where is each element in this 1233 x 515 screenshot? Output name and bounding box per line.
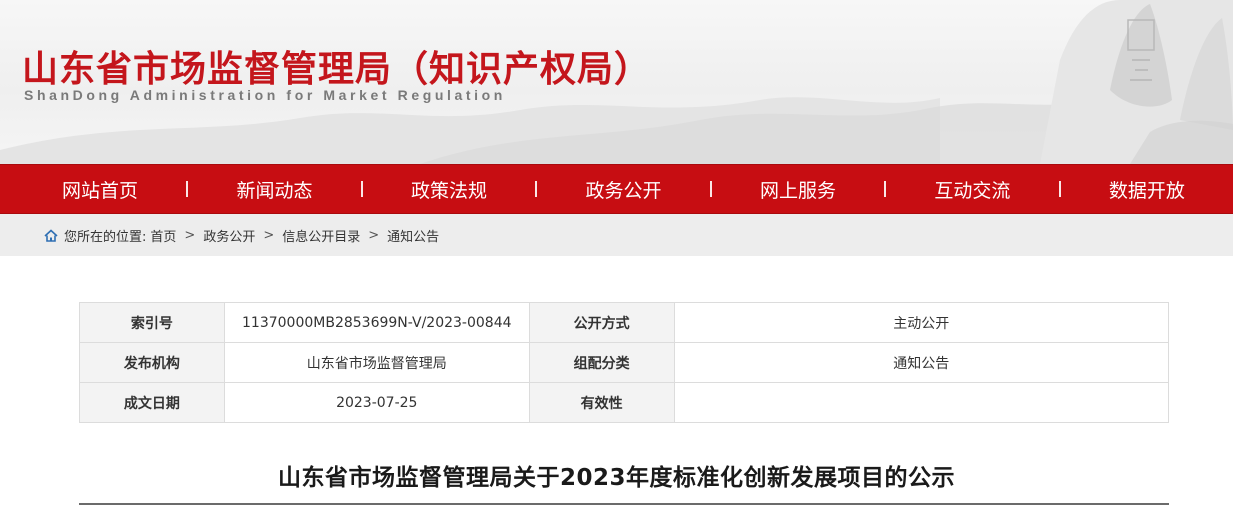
meta-value-date: 2023-07-25 <box>223 382 530 423</box>
meta-label-publisher: 发布机构 <box>79 342 225 383</box>
title-divider <box>79 503 1169 505</box>
breadcrumb-prefix: 您所在的位置: <box>64 229 147 245</box>
meta-label-disclosure-method: 公开方式 <box>528 302 675 343</box>
table-row: 发布机构 山东省市场监督管理局 组配分类 通知公告 <box>79 342 1170 383</box>
breadcrumb-home[interactable]: 首页 <box>150 226 176 245</box>
table-row: 索引号 11370000MB2853699N-V/2023-00844 公开方式… <box>79 302 1170 343</box>
breadcrumb-separator: > <box>184 227 196 243</box>
page: 山东省市场监督管理局（知识产权局） ShanDong Administratio… <box>0 0 1233 505</box>
breadcrumb-notices[interactable]: 通知公告 <box>387 226 439 245</box>
nav-item-policy[interactable]: 政策法规 <box>411 176 487 203</box>
meta-label-category: 组配分类 <box>528 342 675 383</box>
meta-value-index: 11370000MB2853699N-V/2023-00844 <box>223 302 530 343</box>
main-nav: 网站首页 新闻动态 政策法规 政务公开 网上服务 互动交流 数据开放 <box>0 164 1233 214</box>
site-subtitle: ShanDong Administration for Market Regul… <box>24 87 506 103</box>
meta-label-date: 成文日期 <box>79 382 225 423</box>
meta-value-validity <box>673 382 1170 423</box>
breadcrumb-info-catalog[interactable]: 信息公开目录 <box>282 226 360 245</box>
site-title: 山东省市场监督管理局（知识产权局） <box>22 49 652 90</box>
home-icon <box>44 228 58 242</box>
meta-label-index: 索引号 <box>79 302 225 343</box>
breadcrumb: 您所在的位置: 首页 > 政务公开 > 信息公开目录 > 通知公告 <box>0 214 1233 256</box>
nav-separator <box>535 181 538 197</box>
breadcrumb-separator: > <box>368 227 380 243</box>
nav-item-open-data[interactable]: 数据开放 <box>1109 176 1185 203</box>
nav-item-interaction[interactable]: 互动交流 <box>934 176 1010 203</box>
site-header: 山东省市场监督管理局（知识产权局） ShanDong Administratio… <box>0 0 1233 164</box>
breadcrumb-government-affairs[interactable]: 政务公开 <box>203 226 255 245</box>
nav-item-news[interactable]: 新闻动态 <box>236 176 312 203</box>
nav-item-home[interactable]: 网站首页 <box>62 176 138 203</box>
nav-item-government-affairs[interactable]: 政务公开 <box>585 176 661 203</box>
nav-separator <box>186 181 189 197</box>
nav-separator <box>884 181 887 197</box>
meta-value-disclosure-method: 主动公开 <box>673 302 1170 343</box>
nav-separator <box>1058 181 1061 197</box>
document-title: 山东省市场监督管理局关于2023年度标准化创新发展项目的公示 <box>277 465 955 491</box>
nav-item-online-services[interactable]: 网上服务 <box>760 176 836 203</box>
nav-separator <box>709 181 712 197</box>
nav-separator <box>360 181 363 197</box>
breadcrumb-separator: > <box>263 227 275 243</box>
document-meta-table: 索引号 11370000MB2853699N-V/2023-00844 公开方式… <box>79 302 1170 423</box>
meta-label-validity: 有效性 <box>528 382 675 423</box>
table-row: 成文日期 2023-07-25 有效性 <box>79 382 1170 423</box>
meta-value-category: 通知公告 <box>673 342 1170 383</box>
meta-value-publisher: 山东省市场监督管理局 <box>223 342 530 383</box>
